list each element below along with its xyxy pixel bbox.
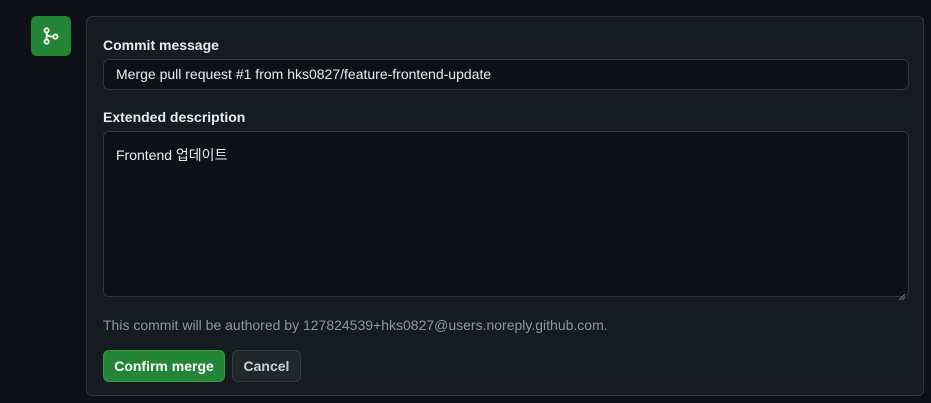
author-note: This commit will be authored by 12782453…	[103, 317, 608, 333]
resize-handle-icon[interactable]	[898, 286, 906, 301]
extended-description-text: Frontend 업데이트	[116, 147, 228, 163]
extended-description-label: Extended description	[103, 109, 246, 125]
git-merge-icon	[41, 26, 61, 46]
cancel-button[interactable]: Cancel	[232, 350, 301, 382]
commit-message-label: Commit message	[103, 37, 219, 53]
merge-page: Commit message Merge pull request #1 fro…	[0, 0, 931, 403]
confirm-merge-button[interactable]: Confirm merge	[103, 350, 225, 382]
commit-message-input[interactable]: Merge pull request #1 from hks0827/featu…	[103, 59, 909, 90]
merge-badge	[31, 16, 71, 56]
extended-description-textarea[interactable]: Frontend 업데이트	[103, 131, 909, 301]
merge-form-panel: Commit message Merge pull request #1 fro…	[86, 16, 924, 396]
